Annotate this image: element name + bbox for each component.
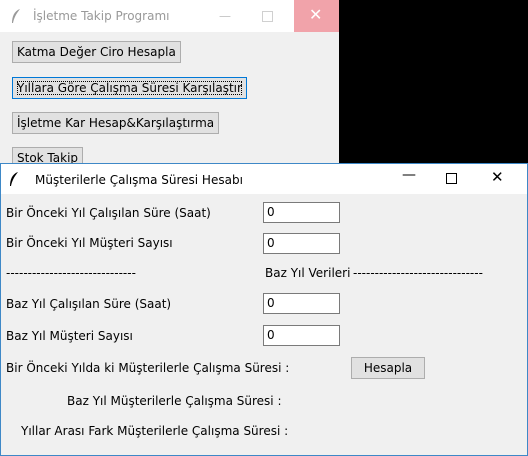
base-result-label: Baz Yıl Müşterilerle Çalışma Süresi :	[67, 394, 282, 408]
calisma-suresi-button-label: Yıllara Göre Çalışma Süresi Karşılaştır	[17, 81, 242, 95]
maximize-icon[interactable]	[446, 173, 457, 184]
kar-hesap-button-label: İşletme Kar Hesap&Karşılaştırma	[17, 116, 215, 130]
feather-icon	[12, 9, 20, 23]
katma-deger-button-label: Katma Değer Ciro Hesapla	[17, 45, 176, 59]
close-icon: ✕	[309, 5, 323, 24]
prev-hours-input[interactable]: 0	[263, 202, 340, 223]
close-button[interactable]: ✕	[294, 0, 339, 32]
separator-right: ------------------------------	[353, 266, 483, 280]
katma-deger-button[interactable]: Katma Değer Ciro Hesapla	[12, 41, 181, 63]
minimize-icon[interactable]: —	[402, 167, 416, 183]
calisma-suresi-button[interactable]: Yıllara Göre Çalışma Süresi Karşılaştır	[12, 77, 247, 99]
prev-customers-label: Bir Önceki Yıl Müşteri Sayısı	[6, 236, 173, 250]
maximize-icon[interactable]	[262, 11, 273, 22]
hesapla-button[interactable]: Hesapla	[351, 357, 425, 379]
main-window-title: İşletme Takip Programı	[33, 9, 170, 23]
base-year-header: Baz Yıl Verileri	[265, 266, 351, 280]
prev-hours-label: Bir Önceki Yıl Çalışılan Süre (Saat)	[6, 206, 211, 220]
base-customers-input[interactable]: 0	[263, 325, 340, 346]
main-window: İşletme Takip Programı — ✕ Katma Değer C…	[0, 0, 339, 170]
feather-icon	[10, 172, 18, 186]
diff-result-label: Yıllar Arası Fark Müşterilerle Çalışma S…	[21, 424, 289, 438]
base-hours-label: Baz Yıl Çalışılan Süre (Saat)	[6, 297, 172, 311]
main-window-titlebar: İşletme Takip Programı — ✕	[0, 0, 339, 32]
prev-result-label: Bir Önceki Yılda ki Müşterilerle Çalışma…	[6, 361, 290, 375]
base-hours-input[interactable]: 0	[263, 293, 340, 314]
dialog-title: Müşterilerle Çalışma Süresi Hesabı	[35, 173, 243, 187]
close-icon[interactable]: ✕	[491, 168, 504, 186]
base-customers-label: Baz Yıl Müşteri Sayısı	[6, 329, 133, 343]
prev-customers-input[interactable]: 0	[263, 233, 340, 254]
minimize-icon[interactable]: —	[219, 9, 231, 23]
dialog-titlebar: Müşterilerle Çalışma Süresi Hesabı — ✕	[1, 164, 527, 194]
dialog-window: Müşterilerle Çalışma Süresi Hesabı — ✕ B…	[0, 163, 528, 456]
kar-hesap-button[interactable]: İşletme Kar Hesap&Karşılaştırma	[12, 112, 220, 134]
hesapla-button-label: Hesapla	[363, 361, 413, 375]
separator-left: ------------------------------	[6, 266, 136, 280]
